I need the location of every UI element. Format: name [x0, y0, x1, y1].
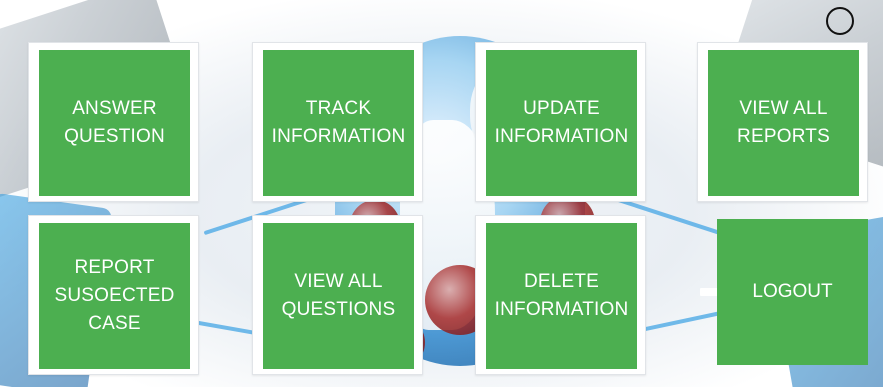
tile-update-information-frame: UPDATE INFORMATION [475, 42, 646, 202]
tile-track-information-frame: TRACK INFORMATION [252, 42, 423, 202]
answer-question-button[interactable]: ANSWER QUESTION [39, 50, 190, 196]
tile-delete-information-frame: DELETE INFORMATION [475, 215, 646, 375]
logout-button[interactable]: LOGOUT [717, 219, 868, 365]
delete-information-button[interactable]: DELETE INFORMATION [486, 223, 637, 369]
view-all-questions-button[interactable]: VIEW ALL QUESTIONS [263, 223, 414, 369]
track-information-button[interactable]: TRACK INFORMATION [263, 50, 414, 196]
update-information-button[interactable]: UPDATE INFORMATION [486, 50, 637, 196]
tile-view-all-questions-frame: VIEW ALL QUESTIONS [252, 215, 423, 375]
tile-report-suspected-case-frame: REPORT SUSOECTED CASE [28, 215, 199, 375]
tile-view-all-reports-frame: VIEW ALL REPORTS [697, 42, 868, 202]
logout-cable-graphic [700, 288, 718, 296]
report-suspected-case-button[interactable]: REPORT SUSOECTED CASE [39, 223, 190, 369]
tile-answer-question-frame: ANSWER QUESTION [28, 42, 199, 202]
view-all-reports-button[interactable]: VIEW ALL REPORTS [708, 50, 859, 196]
circle-icon[interactable] [826, 7, 854, 35]
